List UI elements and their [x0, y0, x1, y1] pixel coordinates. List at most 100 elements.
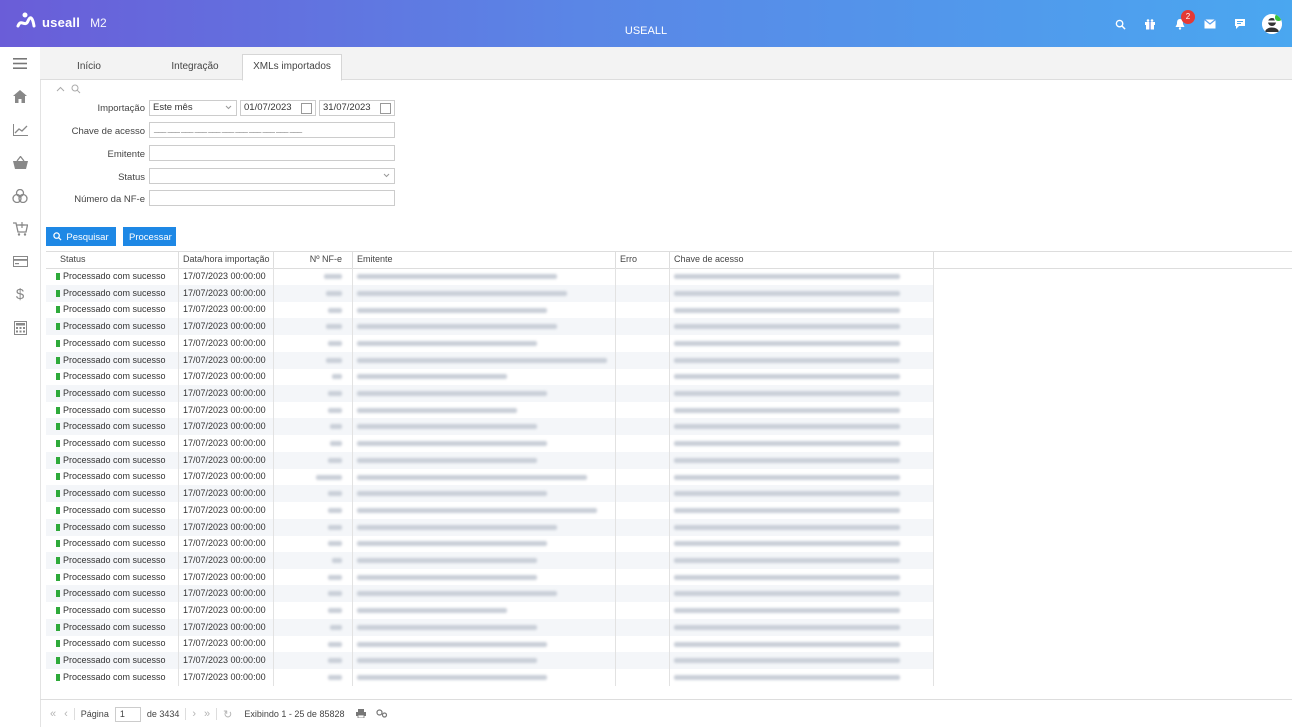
- menu-icon[interactable]: [0, 47, 40, 80]
- table-row[interactable]: Processado com sucesso 17/07/2023 00:00:0…: [46, 551, 934, 569]
- refresh-icon[interactable]: ↻: [223, 708, 232, 721]
- table-row[interactable]: Processado com sucesso 17/07/2023 00:00:0…: [46, 468, 934, 486]
- table-row[interactable]: Processado com sucesso 17/07/2023 00:00:0…: [46, 451, 934, 469]
- chevron-up-icon[interactable]: [56, 84, 65, 97]
- table-row[interactable]: Processado com sucesso 17/07/2023 00:00:0…: [46, 384, 934, 402]
- emitente-cell: [353, 334, 616, 352]
- table-row[interactable]: Processado com sucesso 17/07/2023 00:00:0…: [46, 618, 934, 636]
- redacted-emitente: [357, 658, 537, 664]
- redacted-chave: [674, 274, 900, 280]
- col-emitente[interactable]: Emitente: [353, 252, 616, 268]
- col-erro[interactable]: Erro: [616, 252, 670, 268]
- date-cell: 17/07/2023 00:00:00: [179, 435, 274, 452]
- table-row[interactable]: Processado com sucesso 17/07/2023 00:00:0…: [46, 518, 934, 536]
- date-from-value: 01/07/2023: [244, 102, 292, 113]
- search-icon[interactable]: [1112, 16, 1128, 32]
- calculator-icon[interactable]: [0, 311, 40, 344]
- importacao-select[interactable]: Este mês: [149, 100, 237, 116]
- col-data-hora[interactable]: Data/hora importação: [179, 252, 274, 268]
- date-from-input[interactable]: 01/07/2023: [240, 100, 316, 116]
- process-button[interactable]: Processar: [123, 227, 176, 246]
- table-row[interactable]: Processado com sucesso 17/07/2023 00:00:0…: [46, 318, 934, 336]
- status-text: Processado com sucesso: [63, 287, 166, 298]
- table-row[interactable]: Processado com sucesso 17/07/2023 00:00:0…: [46, 268, 934, 285]
- date-cell: 17/07/2023 00:00:00: [179, 518, 274, 536]
- basket-icon[interactable]: [0, 146, 40, 179]
- chat-icon[interactable]: [1232, 16, 1248, 32]
- status-text: Processado com sucesso: [63, 271, 166, 281]
- card-icon[interactable]: [0, 245, 40, 278]
- status-text: Processado com sucesso: [63, 438, 166, 448]
- useall-logo-icon: [16, 12, 36, 33]
- page-input[interactable]: 1: [114, 706, 141, 722]
- table-row[interactable]: Processado com sucesso 17/07/2023 00:00:0…: [46, 301, 934, 319]
- table-row[interactable]: Processado com sucesso 17/07/2023 00:00:0…: [46, 668, 934, 686]
- table-row[interactable]: Processado com sucesso 17/07/2023 00:00:0…: [46, 485, 934, 503]
- table-row[interactable]: Processado com sucesso 17/07/2023 00:00:0…: [46, 351, 934, 369]
- calendar-icon[interactable]: [301, 103, 312, 114]
- prev-page-icon[interactable]: ‹: [64, 708, 68, 720]
- logo[interactable]: useall M2: [16, 12, 107, 33]
- filter-toggle[interactable]: [56, 84, 81, 97]
- redacted-chave: [674, 641, 900, 647]
- table-row[interactable]: Processado com sucesso 17/07/2023 00:00:0…: [46, 602, 934, 619]
- redacted-emitente: [357, 558, 537, 564]
- chave-input[interactable]: ___ ___ ___ ___ ___ ___ ___ ___ ___ ___ …: [149, 122, 395, 138]
- print-icon[interactable]: [356, 708, 367, 720]
- last-page-icon[interactable]: »: [204, 708, 210, 720]
- table-row[interactable]: Processado com sucesso 17/07/2023 00:00:0…: [46, 652, 934, 670]
- numero-nfe-input[interactable]: [149, 190, 395, 206]
- chave-cell: [670, 602, 934, 619]
- next-page-icon[interactable]: ›: [192, 708, 196, 720]
- dollar-icon[interactable]: $: [0, 278, 40, 311]
- col-status[interactable]: Status: [56, 252, 179, 268]
- table-row[interactable]: Processado com sucesso 17/07/2023 00:00:0…: [46, 334, 934, 352]
- cart-icon[interactable]: [0, 212, 40, 245]
- table-row[interactable]: Processado com sucesso 17/07/2023 00:00:0…: [46, 368, 934, 386]
- nfe-cell: [274, 334, 353, 352]
- avatar[interactable]: [1262, 14, 1282, 34]
- emitente-input[interactable]: [149, 145, 395, 161]
- status-text: Processado com sucesso: [63, 304, 166, 315]
- table-row[interactable]: Processado com sucesso 17/07/2023 00:00:0…: [46, 418, 934, 436]
- bell-icon[interactable]: 2: [1172, 10, 1195, 32]
- col-chave-acesso[interactable]: Chave de acesso: [670, 252, 934, 268]
- erro-cell: [616, 334, 670, 352]
- table-row[interactable]: Processado com sucesso 17/07/2023 00:00:0…: [46, 585, 934, 603]
- status-cell: Processado com sucesso: [46, 535, 179, 553]
- tab-xmls-importados[interactable]: XMLs importados: [242, 54, 342, 81]
- brand-name: useall: [42, 15, 81, 30]
- calendar-icon[interactable]: [380, 103, 391, 114]
- home-icon[interactable]: [0, 80, 40, 113]
- table-row[interactable]: Processado com sucesso 17/07/2023 00:00:0…: [46, 401, 934, 419]
- col-numero-nfe[interactable]: Nº NF-e: [274, 252, 353, 268]
- table-row[interactable]: Processado com sucesso 17/07/2023 00:00:0…: [46, 535, 934, 553]
- tab-integracao[interactable]: Integração: [158, 55, 232, 79]
- date-cell: 17/07/2023 00:00:00: [179, 468, 274, 486]
- table-row[interactable]: Processado com sucesso 17/07/2023 00:00:0…: [46, 435, 934, 452]
- gift-icon[interactable]: [1142, 16, 1158, 32]
- first-page-icon[interactable]: «: [50, 708, 56, 720]
- status-cell: Processado com sucesso: [46, 401, 179, 419]
- chart-icon[interactable]: [0, 113, 40, 146]
- success-status-icon: [56, 573, 60, 581]
- table-row[interactable]: Processado com sucesso 17/07/2023 00:00:0…: [46, 284, 934, 302]
- date-to-input[interactable]: 31/07/2023: [319, 100, 395, 116]
- erro-cell: [616, 301, 670, 319]
- erro-cell: [616, 668, 670, 686]
- tab-inicio[interactable]: Início: [64, 55, 114, 79]
- status-text: Processado com sucesso: [63, 588, 166, 599]
- table-row[interactable]: Processado com sucesso 17/07/2023 00:00:0…: [46, 635, 934, 653]
- mail-icon[interactable]: [1202, 16, 1218, 32]
- status-cell: Processado com sucesso: [46, 284, 179, 302]
- table-row[interactable]: Processado com sucesso 17/07/2023 00:00:0…: [46, 501, 934, 519]
- status-select[interactable]: [149, 168, 395, 184]
- settings-icon[interactable]: [376, 708, 388, 720]
- emitente-cell: [353, 284, 616, 302]
- boxes-icon[interactable]: [0, 179, 40, 212]
- redacted-chave: [674, 524, 900, 530]
- erro-cell: [616, 602, 670, 619]
- table-row[interactable]: Processado com sucesso 17/07/2023 00:00:0…: [46, 568, 934, 586]
- redacted-emitente: [357, 274, 557, 280]
- search-button[interactable]: Pesquisar: [46, 227, 116, 246]
